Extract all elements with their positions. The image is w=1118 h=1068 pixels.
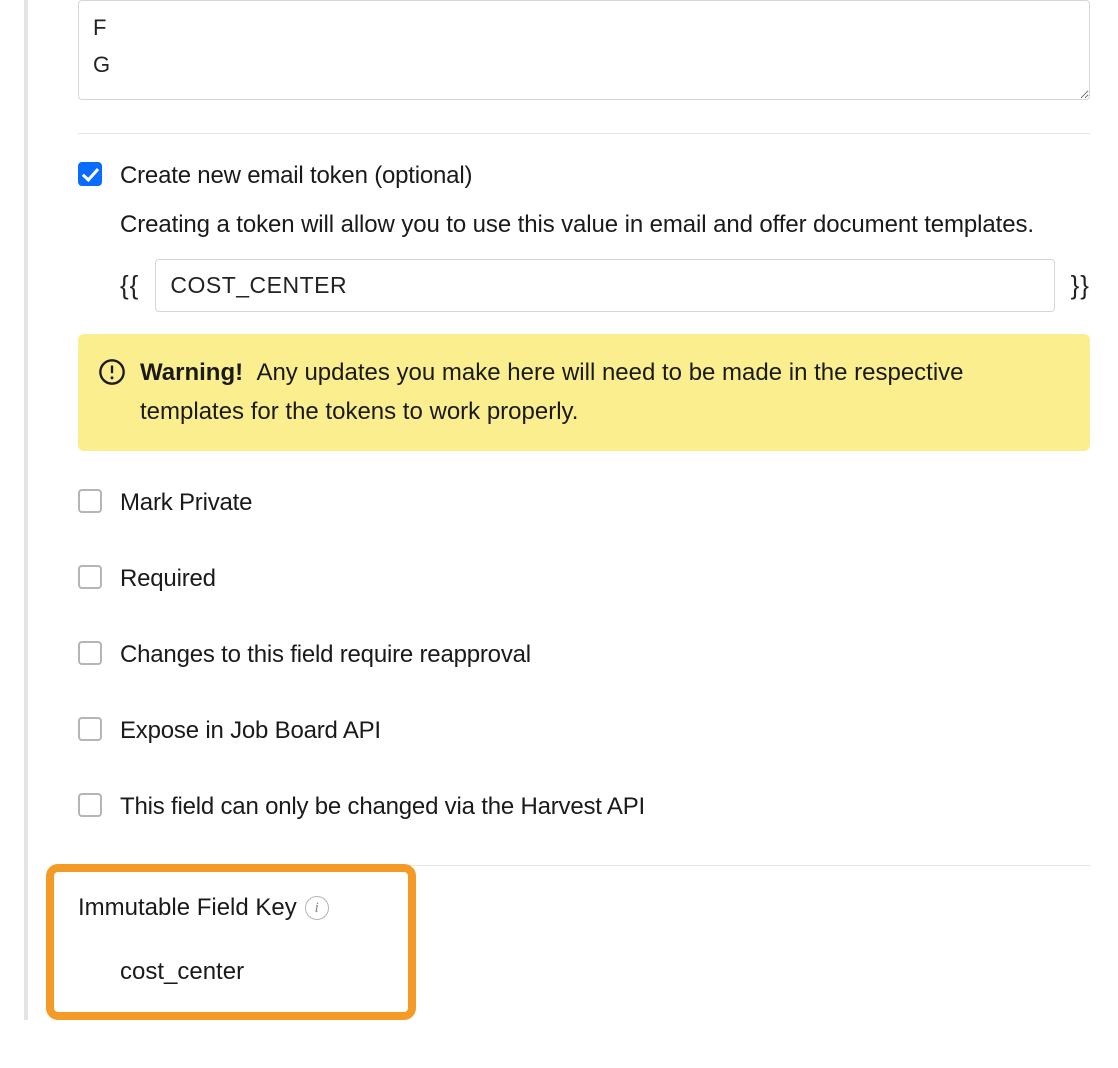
mark-private-checkbox[interactable] [78, 489, 102, 513]
expose-api-label: Expose in Job Board API [120, 713, 381, 749]
warning-message: Any updates you make here will need to b… [140, 359, 964, 424]
info-icon[interactable]: i [305, 896, 329, 920]
required-label: Required [120, 561, 216, 597]
separator [78, 133, 1090, 134]
immutable-field-key-value: cost_center [120, 954, 384, 990]
warning-banner: Warning! Any updates you make here will … [78, 334, 1090, 451]
mark-private-label: Mark Private [120, 485, 252, 521]
immutable-field-key-highlight: Immutable Field Key i cost_center [46, 864, 416, 1020]
harvest-only-label: This field can only be changed via the H… [120, 789, 645, 825]
required-checkbox[interactable] [78, 565, 102, 589]
warning-icon [98, 358, 126, 386]
create-token-label: Create new email token (optional) [120, 158, 472, 194]
brace-close: }} [1071, 266, 1090, 305]
token-name-input[interactable] [155, 259, 1054, 312]
create-token-checkbox[interactable] [78, 162, 102, 186]
reapproval-checkbox[interactable] [78, 641, 102, 665]
harvest-only-checkbox[interactable] [78, 793, 102, 817]
warning-title: Warning! [140, 359, 243, 386]
options-textarea[interactable] [78, 0, 1090, 100]
reapproval-label: Changes to this field require reapproval [120, 637, 531, 673]
token-description: Creating a token will allow you to use t… [120, 206, 1090, 243]
brace-open: {{ [120, 266, 139, 305]
expose-api-checkbox[interactable] [78, 717, 102, 741]
immutable-field-key-label: Immutable Field Key [78, 890, 297, 926]
